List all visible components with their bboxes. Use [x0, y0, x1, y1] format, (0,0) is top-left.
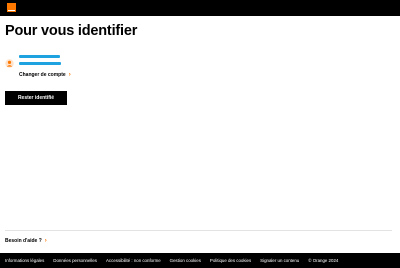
footer-link-cookie-settings[interactable]: Gestion cookies	[170, 258, 201, 263]
help-label: Besoin d'aide ?	[5, 238, 42, 244]
footer-link-personal-data[interactable]: Données personnelles	[53, 258, 97, 263]
footer-link-legal[interactable]: Informations légales	[5, 258, 44, 263]
user-avatar-icon	[5, 55, 14, 68]
orange-logo-icon[interactable]	[7, 3, 16, 12]
change-account-label: Changer de compte	[19, 72, 66, 78]
masked-account-email	[19, 62, 61, 65]
footer-copyright: © Orange 2024	[308, 258, 339, 263]
footer: Informations légales Données personnelle…	[0, 253, 400, 268]
footer-link-accessibility[interactable]: Accessibilité : non conforme	[106, 258, 161, 263]
chevron-right-icon: ›	[44, 238, 47, 244]
top-header	[0, 0, 400, 16]
footer-link-report-content[interactable]: Signaler un contenu	[260, 258, 299, 263]
footer-link-cookie-policy[interactable]: Politique des cookies	[210, 258, 251, 263]
stay-signed-in-button[interactable]: Rester identifié	[5, 91, 67, 105]
help-link[interactable]: Besoin d'aide ? ›	[5, 238, 47, 244]
chevron-right-icon: ›	[68, 72, 71, 78]
divider	[5, 230, 392, 231]
page-title: Pour vous identifier	[5, 23, 138, 39]
change-account-link[interactable]: Changer de compte ›	[19, 72, 71, 78]
masked-account-name	[19, 55, 60, 58]
